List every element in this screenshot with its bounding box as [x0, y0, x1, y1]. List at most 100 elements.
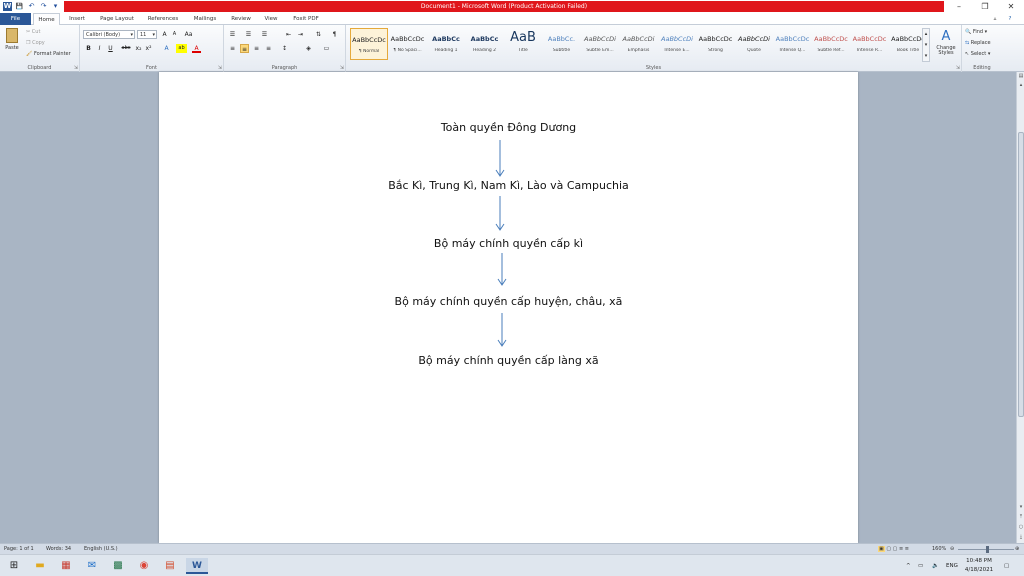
replace-button[interactable]: ⇆ Replace	[965, 40, 991, 46]
font-size-combo[interactable]: 11▾	[137, 30, 157, 39]
find-button[interactable]: 🔍 Find ▾	[965, 29, 987, 35]
bullets-icon[interactable]: ☰	[228, 30, 237, 39]
excel-icon[interactable]: ▩	[110, 558, 126, 574]
format-painter-button[interactable]: 🖌 Format Painter	[26, 51, 71, 57]
close-button[interactable]: ✕	[998, 0, 1024, 13]
vertical-scrollbar[interactable]: ▤ ▴ ▾ ⤒ ○ ⤓	[1016, 72, 1024, 543]
align-right-icon[interactable]: ≡	[252, 44, 261, 53]
print-layout-icon[interactable]: ▣	[878, 546, 885, 552]
full-screen-icon[interactable]: ▢	[886, 546, 891, 552]
tray-overflow-icon[interactable]: ^	[906, 555, 911, 576]
scroll-up-icon[interactable]: ▴	[1017, 81, 1024, 89]
show-formatting-icon[interactable]: ¶	[330, 30, 339, 39]
align-center-icon[interactable]: ≡	[240, 44, 249, 53]
style-tile[interactable]: AaBbCcDiSubtle Em...	[581, 28, 619, 60]
clear-formatting-button[interactable]: Aa	[184, 30, 193, 39]
tab-review[interactable]: Review	[226, 13, 256, 25]
style-tile[interactable]: AaBbCcDiEmphasis	[620, 28, 658, 60]
volume-icon[interactable]: 🔈	[932, 555, 939, 576]
style-tile[interactable]: AaBbCcDiQuote	[735, 28, 773, 60]
input-language[interactable]: ENG	[946, 555, 958, 576]
copy-button[interactable]: ❐ Copy	[26, 40, 45, 46]
style-tile[interactable]: AaBbCc.Subtitle	[543, 28, 581, 60]
tab-page-layout[interactable]: Page Layout	[96, 13, 138, 25]
clock[interactable]: 10:48 PM 4/18/2021	[962, 557, 996, 575]
style-tile[interactable]: AaBbCcDiIntense E...	[658, 28, 696, 60]
change-styles-button[interactable]: A Change Styles	[934, 28, 958, 56]
redo-icon[interactable]: ↷	[39, 2, 48, 11]
style-tile[interactable]: AaBbCcDc¶ Normal	[350, 28, 388, 60]
tab-foxit-pdf[interactable]: Foxit PDF	[288, 13, 324, 25]
increase-indent-icon[interactable]: ⇥	[296, 30, 305, 39]
tab-mailings[interactable]: Mailings	[188, 13, 222, 25]
tab-view[interactable]: View	[259, 13, 283, 25]
document-page[interactable]: Toàn quyền Đông Dương Bắc Kì, Trung Kì, …	[159, 72, 858, 543]
cut-button[interactable]: ✂ Cut	[26, 29, 40, 35]
style-tile[interactable]: AaBbCcDcSubtle Ref...	[812, 28, 850, 60]
ruler-toggle-icon[interactable]: ▤	[1017, 72, 1024, 80]
mail-icon[interactable]: ✉	[84, 558, 100, 574]
scroll-down-icon[interactable]: ▾	[1017, 503, 1024, 511]
clipboard-launcher-icon[interactable]: ⇲	[74, 65, 78, 71]
help-icon[interactable]: ?	[1004, 13, 1016, 25]
previous-page-icon[interactable]: ⤒	[1017, 513, 1024, 521]
web-layout-icon[interactable]: ▢	[893, 546, 898, 552]
notification-icon[interactable]: ▢	[1004, 555, 1009, 576]
tab-insert[interactable]: Insert	[62, 13, 92, 25]
draft-icon[interactable]: ≡	[905, 546, 909, 552]
gallery-scroll[interactable]: ▴▾▾	[922, 28, 930, 62]
highlight-button[interactable]: ab	[176, 44, 187, 53]
sort-icon[interactable]: ⇅	[314, 30, 323, 39]
style-tile[interactable]: AaBbCcDc¶ No Spaci...	[389, 28, 427, 60]
align-left-icon[interactable]: ≡	[228, 44, 237, 53]
save-icon[interactable]: 💾	[15, 2, 24, 11]
text-effects-button[interactable]: A	[162, 44, 171, 53]
tab-file[interactable]: File	[0, 13, 31, 25]
italic-button[interactable]: I	[95, 44, 104, 53]
outline-icon[interactable]: ≡	[899, 546, 903, 552]
justify-icon[interactable]: ≡	[264, 44, 273, 53]
restore-button[interactable]: ❐	[972, 0, 998, 13]
style-tile[interactable]: AaBbCcDcStrong	[697, 28, 735, 60]
font-name-combo[interactable]: Calibri (Body)▾	[83, 30, 135, 39]
undo-icon[interactable]: ↶	[27, 2, 36, 11]
browse-object-icon[interactable]: ○	[1017, 523, 1024, 531]
underline-button[interactable]: U	[106, 44, 115, 53]
word-taskbar-icon[interactable]: W	[186, 558, 208, 574]
font-color-button[interactable]: A	[192, 44, 201, 53]
chrome-icon[interactable]: ◉	[136, 558, 152, 574]
grow-font-button[interactable]: A	[160, 30, 169, 39]
subscript-button[interactable]: x₂	[134, 44, 143, 53]
style-tile[interactable]: AaBbCcDcIntense R...	[851, 28, 889, 60]
customize-qat-icon[interactable]: ▾	[51, 2, 60, 11]
style-tile[interactable]: AaBbCcHeading 2	[466, 28, 504, 60]
line-spacing-icon[interactable]: ↕	[280, 44, 289, 53]
bold-button[interactable]: B	[84, 44, 93, 53]
shading-icon[interactable]: ◈	[304, 44, 313, 53]
numbering-icon[interactable]: ☰	[244, 30, 253, 39]
font-launcher-icon[interactable]: ⇲	[218, 65, 222, 71]
next-page-icon[interactable]: ⤓	[1017, 533, 1024, 541]
paste-button[interactable]: Paste	[4, 28, 20, 54]
style-tile[interactable]: AaBbCcDcIntense Q...	[774, 28, 812, 60]
calendar-icon[interactable]: ▦	[58, 558, 74, 574]
styles-launcher-icon[interactable]: ⇲	[956, 65, 960, 71]
tab-references[interactable]: References	[142, 13, 184, 25]
minimize-button[interactable]: –	[946, 0, 972, 13]
file-explorer-icon[interactable]: ▬	[32, 558, 48, 574]
powerpoint-icon[interactable]: ▤	[162, 558, 178, 574]
zoom-slider-thumb[interactable]	[986, 546, 989, 553]
style-tile[interactable]: AaBTitle	[504, 28, 542, 60]
decrease-indent-icon[interactable]: ⇤	[284, 30, 293, 39]
scroll-thumb[interactable]	[1018, 132, 1024, 417]
windows-start-icon[interactable]: ⊞	[6, 558, 22, 574]
network-icon[interactable]: ▭	[918, 555, 923, 576]
borders-icon[interactable]: ▭	[322, 44, 331, 53]
select-button[interactable]: ↖ Select ▾	[965, 51, 990, 57]
style-tile[interactable]: AaBbCcHeading 1	[427, 28, 465, 60]
paragraph-launcher-icon[interactable]: ⇲	[340, 65, 344, 71]
shrink-font-button[interactable]: A	[170, 30, 179, 39]
strikethrough-button[interactable]: abc	[120, 44, 132, 53]
multilevel-list-icon[interactable]: ☰	[260, 30, 269, 39]
superscript-button[interactable]: x²	[144, 44, 153, 53]
